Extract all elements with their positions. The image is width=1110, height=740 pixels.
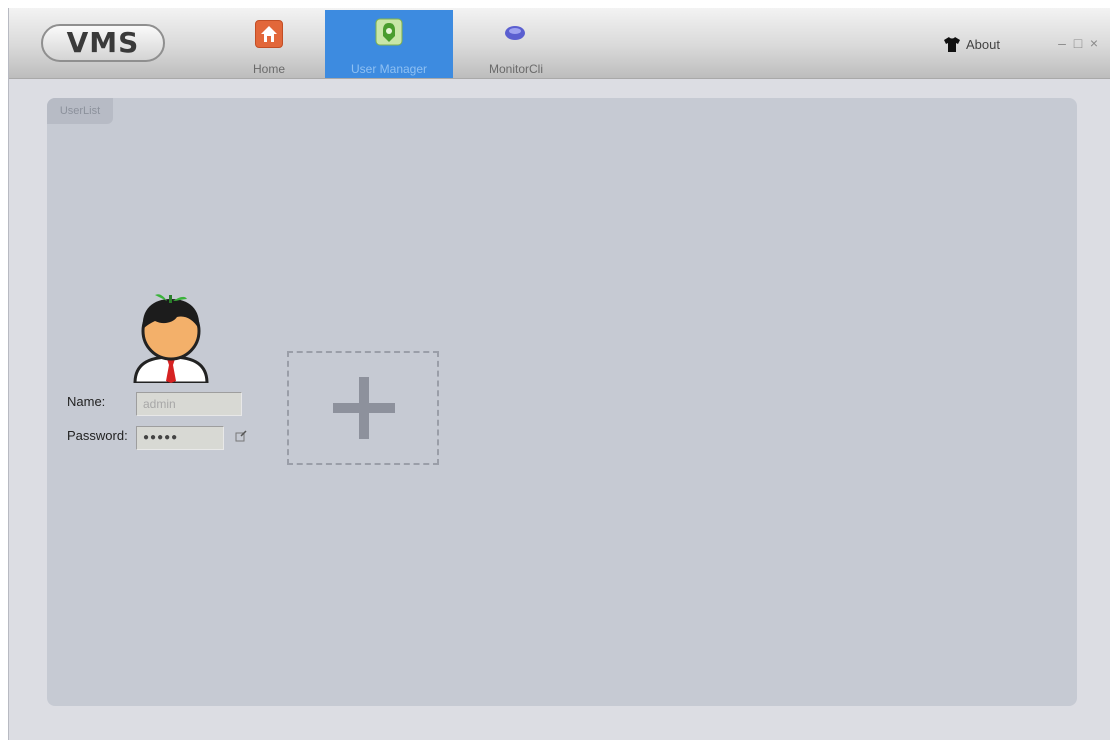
vms-logo: VMS <box>41 24 165 62</box>
password-field[interactable]: ●●●●● <box>136 426 224 450</box>
user-avatar-icon <box>129 293 213 388</box>
tab-home-label: Home <box>252 62 285 76</box>
user-card[interactable]: Name: admin Password: ●●●●● <box>65 293 255 463</box>
monitor-icon <box>503 24 527 42</box>
vms-window: VMS Home User Manager MonitorCli About –… <box>8 8 1110 740</box>
about-label: About <box>966 37 1000 52</box>
tab-user-manager-label: User Manager <box>350 62 428 76</box>
home-icon <box>255 20 283 48</box>
shirt-icon <box>944 37 960 55</box>
user-manager-icon <box>375 18 403 48</box>
tab-monitor-label: MonitorCli <box>488 62 543 76</box>
maximize-button[interactable]: □ <box>1071 35 1085 51</box>
name-label: Name: <box>67 394 106 409</box>
password-edit-icon[interactable] <box>235 429 247 442</box>
tab-home[interactable]: Home <box>221 10 317 78</box>
close-button[interactable]: × <box>1087 35 1101 51</box>
password-label: Password: <box>67 428 128 443</box>
add-user-button[interactable] <box>287 351 439 465</box>
name-field[interactable]: admin <box>136 392 242 416</box>
user-list-panel: UserList Name: admin Password: ●●●●● <box>47 98 1077 706</box>
tab-user-manager[interactable]: User Manager <box>325 10 453 78</box>
user-list-tab[interactable]: UserList <box>47 98 113 124</box>
title-bar: VMS Home User Manager MonitorCli About –… <box>9 8 1110 79</box>
minimize-button[interactable]: – <box>1055 35 1069 51</box>
tab-monitor[interactable]: MonitorCli <box>461 10 571 78</box>
